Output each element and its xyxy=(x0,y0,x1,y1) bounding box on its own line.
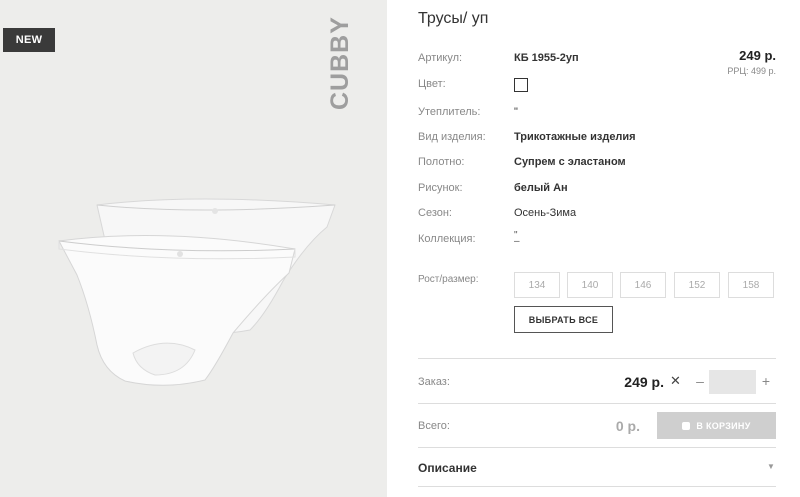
spec-label: Утеплитель: xyxy=(418,106,481,118)
spec-value: КБ 1955-2уп xyxy=(514,52,579,64)
decrement-button[interactable]: – xyxy=(693,371,707,391)
product-title: Трусы/ уп xyxy=(418,10,489,27)
spec-label: Рисунок: xyxy=(418,182,463,194)
spec-label: Сезон: xyxy=(418,207,452,219)
size-option-140[interactable]: 140 xyxy=(567,272,613,298)
brand-logo: CUBBY xyxy=(326,16,354,110)
total-value: 0 р. xyxy=(615,418,640,434)
order-label: Заказ: xyxy=(418,376,450,388)
new-badge: NEW xyxy=(3,28,55,52)
size-option-158[interactable]: 158 xyxy=(728,272,774,298)
spec-label: Коллекция: xyxy=(418,233,476,245)
divider xyxy=(418,403,776,404)
spec-row-article: Артикул: КБ 1955-2уп xyxy=(418,52,579,66)
spec-label: Артикул: xyxy=(418,52,463,64)
product-photo-panel: NEW CUBBY xyxy=(0,0,387,497)
total-label: Всего: xyxy=(418,420,450,432)
times-icon: ✕ xyxy=(670,373,681,388)
divider xyxy=(418,358,776,359)
spec-value: " – xyxy=(514,231,520,251)
spec-value: Супрем с эластаном xyxy=(514,156,626,168)
chevron-down-icon[interactable]: ▼ xyxy=(767,462,775,471)
divider xyxy=(418,447,776,448)
recommended-retail-price: РРЦ: 499 р. xyxy=(727,66,776,76)
spec-value: Трикотажные изделия xyxy=(514,131,636,143)
spec-row-insulation: Утеплитель: " xyxy=(418,106,518,120)
order-price: 249 р. xyxy=(624,374,664,390)
spec-row-fabric: Полотно: Супрем с эластаном xyxy=(418,156,626,170)
product-price: 249 р. xyxy=(739,48,776,63)
increment-button[interactable]: + xyxy=(759,371,773,391)
spec-label: Цвет: xyxy=(418,78,446,90)
spec-row-pattern: Рисунок: белый Ан xyxy=(418,182,568,196)
size-option-152[interactable]: 152 xyxy=(674,272,720,298)
size-label: Рост/размер: xyxy=(418,274,479,285)
spec-label: Полотно: xyxy=(418,156,465,168)
spec-value: " xyxy=(514,106,518,118)
quantity-input[interactable] xyxy=(709,370,756,394)
spec-label: Вид изделия: xyxy=(418,131,486,143)
cart-icon xyxy=(682,421,691,430)
color-swatch[interactable] xyxy=(514,78,528,92)
collection-dash: – xyxy=(514,236,520,247)
size-option-134[interactable]: 134 xyxy=(514,272,560,298)
spec-row-collection: Коллекция: " – xyxy=(418,231,520,251)
spec-row-color: Цвет: xyxy=(418,78,528,92)
size-option-146[interactable]: 146 xyxy=(620,272,666,298)
spec-row-product-type: Вид изделия: Трикотажные изделия xyxy=(418,131,636,145)
spec-row-season: Сезон: Осень-Зима xyxy=(418,207,576,221)
select-all-button[interactable]: ВЫБРАТЬ ВСЕ xyxy=(514,306,613,333)
spec-value: Осень-Зима xyxy=(514,207,577,219)
product-image[interactable] xyxy=(45,185,345,405)
divider xyxy=(418,486,776,487)
add-to-cart-button[interactable]: В КОРЗИНУ xyxy=(657,412,776,439)
description-toggle[interactable]: Описание xyxy=(418,461,477,475)
spec-value: белый Ан xyxy=(514,182,568,194)
add-to-cart-label: В КОРЗИНУ xyxy=(696,420,751,431)
